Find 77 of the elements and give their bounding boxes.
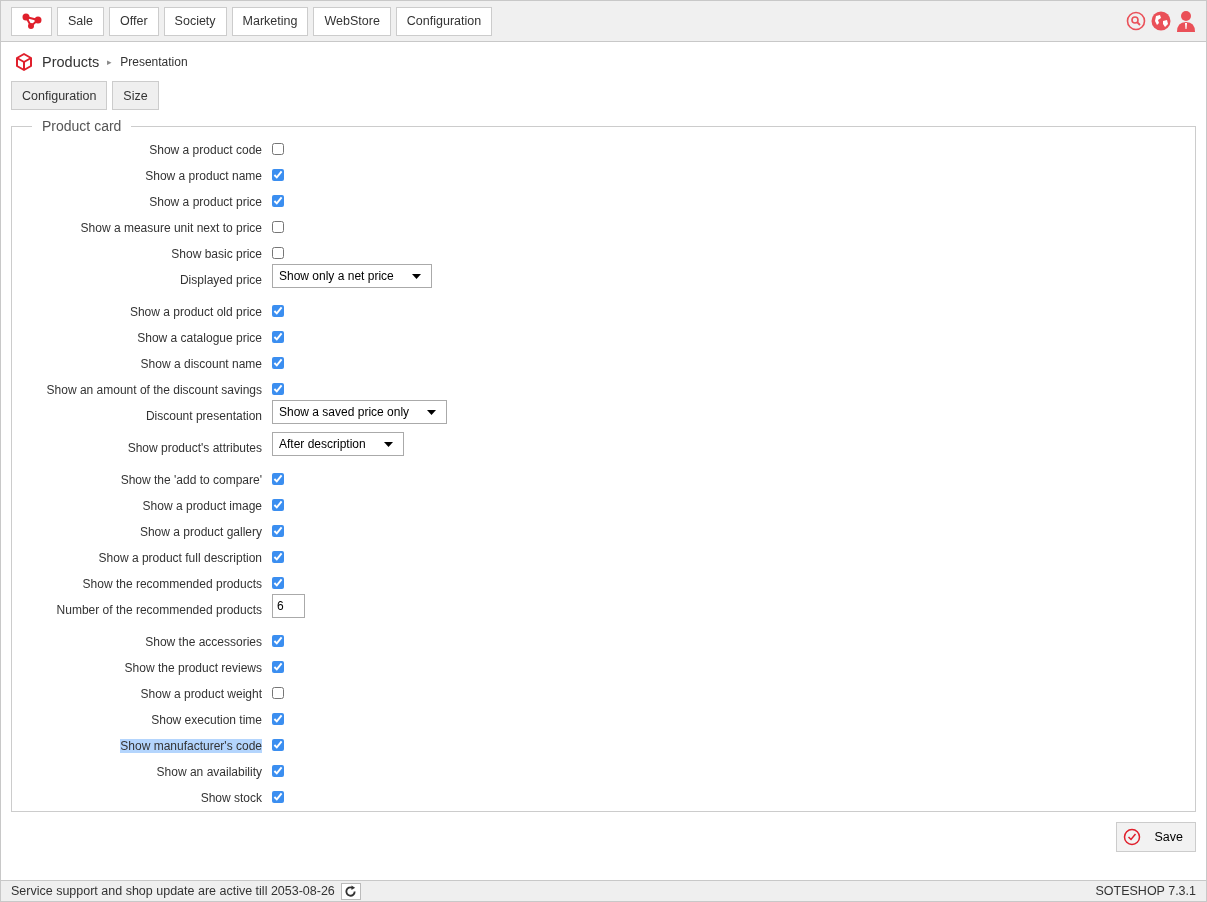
checkbox[interactable]	[272, 765, 284, 777]
checkbox[interactable]	[272, 169, 284, 181]
checkbox[interactable]	[272, 473, 284, 485]
checkbox[interactable]	[272, 221, 284, 233]
field-label: Number of the recommended products	[56, 603, 262, 617]
field-label: Show a product gallery	[139, 525, 262, 539]
breadcrumb-page: Presentation	[120, 55, 188, 69]
field-label: Show the accessories	[145, 635, 262, 649]
caret-icon	[411, 273, 421, 279]
caret-icon	[427, 409, 437, 415]
checkbox[interactable]	[272, 525, 284, 537]
breadcrumb-separator: ▸	[107, 57, 113, 67]
checkbox[interactable]	[272, 383, 284, 395]
number-field[interactable]: 6	[272, 594, 305, 618]
field-label: Displayed price	[179, 273, 262, 287]
refresh-button[interactable]	[340, 882, 361, 900]
caret-icon	[383, 441, 393, 447]
checkbox[interactable]	[272, 499, 284, 511]
checkbox[interactable]	[272, 791, 284, 803]
status-message: Service support and shop update are active till 2053-08-26	[11, 884, 335, 898]
checkbox[interactable]	[272, 713, 284, 725]
field-label: Show a product full description	[98, 551, 262, 565]
checkbox[interactable]	[272, 357, 284, 369]
menu-button[interactable]: Society	[163, 6, 227, 36]
checkbox[interactable]	[272, 195, 284, 207]
cube-icon	[14, 52, 34, 72]
field-label: Discount presentation	[145, 409, 262, 423]
search-icon[interactable]	[1126, 11, 1146, 31]
field-label: Show a product weight	[140, 687, 262, 701]
checkbox[interactable]	[272, 687, 284, 699]
field-label: Show a product code	[149, 143, 262, 157]
field-label: Show the 'add to compare'	[120, 473, 262, 487]
checkbox[interactable]	[272, 331, 284, 343]
field-label: Show an availability	[156, 765, 262, 779]
network-icon	[21, 13, 42, 29]
user-icon[interactable]	[1176, 10, 1196, 32]
checkbox[interactable]	[272, 739, 284, 751]
menu-button[interactable]: Marketing	[231, 6, 309, 36]
tab-button[interactable]: Size	[112, 81, 159, 110]
dropdown[interactable]: After description	[272, 432, 404, 456]
panel-legend: Product card	[32, 118, 132, 134]
checkbox[interactable]	[272, 635, 284, 647]
checkbox[interactable]	[272, 143, 284, 155]
dropdown[interactable]: Show a saved price only	[272, 400, 448, 424]
field-label: Show a product price	[149, 195, 262, 209]
menu-button[interactable]: Offer	[109, 6, 159, 36]
checkbox[interactable]	[272, 577, 284, 589]
home-button[interactable]	[11, 6, 52, 36]
checkbox[interactable]	[272, 661, 284, 673]
breadcrumb-section[interactable]: Products	[42, 54, 100, 70]
field-label: Show the recommended products	[82, 577, 262, 591]
checkbox[interactable]	[272, 305, 284, 317]
dropdown[interactable]: Show only a net price	[272, 264, 432, 288]
field-label: Show product's attributes	[127, 441, 262, 455]
menu-button[interactable]: WebStore	[313, 6, 391, 36]
field-label: Show a product old price	[129, 305, 262, 319]
refresh-icon	[344, 884, 358, 898]
field-label: Show stock	[200, 791, 262, 805]
field-label: Show a product image	[142, 499, 262, 513]
field-label: Show an amount of the discount savings	[46, 383, 262, 397]
menu-button[interactable]: Configuration	[395, 6, 493, 36]
checkbox[interactable]	[272, 551, 284, 563]
version-label: SOTESHOP 7.3.1	[1095, 884, 1196, 898]
field-label: Show the product reviews	[124, 661, 262, 675]
field-label: Show a discount name	[140, 357, 262, 371]
check-circle-icon	[1122, 828, 1141, 846]
field-label: Show a product name	[145, 169, 262, 183]
globe-icon[interactable]	[1151, 11, 1171, 31]
tab-button[interactable]: Configuration	[11, 81, 108, 110]
save-button[interactable]: Save	[1115, 822, 1196, 852]
menu-button[interactable]: Sale	[57, 6, 105, 36]
checkbox[interactable]	[272, 247, 284, 259]
field-label: Show a measure unit next to price	[80, 221, 262, 235]
field-label: Show manufacturer's code	[120, 739, 262, 753]
field-label: Show execution time	[151, 713, 262, 727]
field-label: Show basic price	[171, 247, 262, 261]
field-label: Show a catalogue price	[137, 331, 262, 345]
